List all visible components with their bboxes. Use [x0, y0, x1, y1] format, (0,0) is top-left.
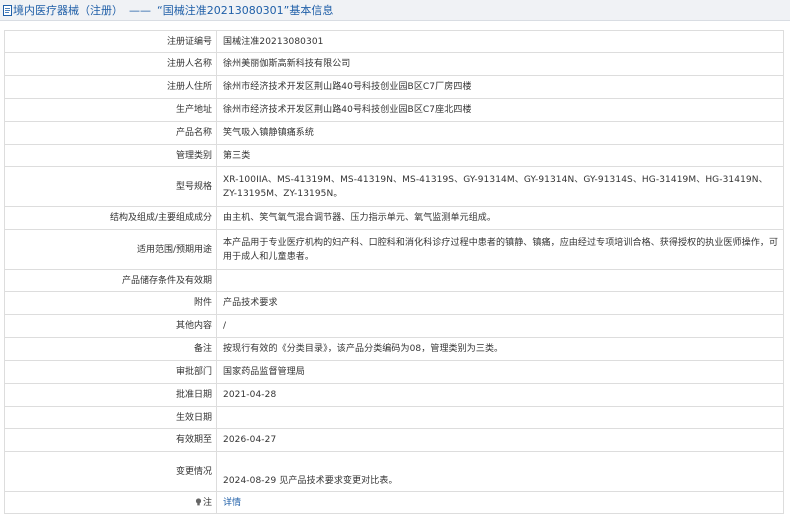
- table-row: 注册证编号 国械注准20213080301: [4, 30, 784, 53]
- table-row: 产品名称 笑气吸入镇静镇痛系统: [4, 121, 784, 145]
- row-value: 徐州市经济技术开发区荆山路40号科技创业园B区C7座北四楼: [216, 98, 784, 122]
- row-label: 附件: [4, 291, 217, 315]
- row-value: 由主机、笑气氧气混合调节器、压力指示单元、氧气监测单元组成。: [216, 206, 784, 230]
- row-value: 徐州美丽伽斯高新科技有限公司: [216, 52, 784, 76]
- note-value-cell: 详情: [216, 491, 784, 514]
- table-row: 生产地址 徐州市经济技术开发区荆山路40号科技创业园B区C7座北四楼: [4, 98, 784, 122]
- row-label: 生效日期: [4, 406, 217, 429]
- note-label-cell: 注: [4, 491, 217, 514]
- row-value: 产品技术要求: [216, 291, 784, 315]
- row-value: 2026-04-27: [216, 428, 784, 452]
- row-label: 产品名称: [4, 121, 217, 145]
- table-row: 其他内容 /: [4, 314, 784, 338]
- details-link[interactable]: 详情: [223, 498, 241, 508]
- row-label: 备注: [4, 337, 217, 361]
- row-label: 注册证编号: [4, 30, 217, 53]
- row-label: 变更情况: [4, 451, 217, 492]
- header-category[interactable]: 境内医疗器械（注册）: [13, 2, 123, 18]
- row-label: 生产地址: [4, 98, 217, 122]
- info-table: 注册证编号 国械注准20213080301 注册人名称 徐州美丽伽斯高新科技有限…: [4, 30, 784, 514]
- table-row: 附件 产品技术要求: [4, 291, 784, 315]
- row-value: 按现行有效的《分类目录》，该产品分类编码为08，管理类别为三类。: [216, 337, 784, 361]
- row-label: 注册人名称: [4, 52, 217, 76]
- row-label: 注: [202, 497, 212, 508]
- page-header: 境内医疗器械（注册） —— “国械注准20213080301”基本信息: [0, 0, 790, 21]
- header-title: “国械注准20213080301”基本信息: [157, 4, 334, 17]
- row-label: 批准日期: [4, 383, 217, 407]
- row-value: 本产品用于专业医疗机构的妇产科、口腔科和消化科诊疗过程中患者的镇静、镇痛，应由经…: [216, 229, 784, 270]
- document-icon: [3, 4, 12, 16]
- table-row: 注册人名称 徐州美丽伽斯高新科技有限公司: [4, 52, 784, 76]
- table-row: 注册人住所 徐州市经济技术开发区荆山路40号科技创业园B区C7厂房四楼: [4, 75, 784, 99]
- row-value: 2021-04-28: [216, 383, 784, 407]
- row-value: 笑气吸入镇静镇痛系统: [216, 121, 784, 145]
- table-row: 审批部门 国家药品监督管理局: [4, 360, 784, 384]
- bulb-icon: [195, 497, 202, 505]
- table-row: 批准日期 2021-04-28: [4, 383, 784, 407]
- row-value: 国家药品监督管理局: [216, 360, 784, 384]
- row-value: /: [216, 314, 784, 338]
- table-row: 变更情况 2024-08-29 见产品技术要求变更对比表。: [4, 451, 784, 492]
- table-row: 结构及组成/主要组成成分 由主机、笑气氧气混合调节器、压力指示单元、氧气监测单元…: [4, 206, 784, 230]
- row-label: 结构及组成/主要组成成分: [4, 206, 217, 230]
- table-row: 适用范围/预期用途 本产品用于专业医疗机构的妇产科、口腔科和消化科诊疗过程中患者…: [4, 229, 784, 270]
- table-row: 型号规格 XR-100IIA、MS-41319M、MS-41319N、MS-41…: [4, 166, 784, 207]
- table-row: 有效期至 2026-04-27: [4, 428, 784, 452]
- table-row: 备注 按现行有效的《分类目录》，该产品分类编码为08，管理类别为三类。: [4, 337, 784, 361]
- table-row: 生效日期: [4, 406, 784, 429]
- row-label: 型号规格: [4, 166, 217, 207]
- row-value: 国械注准20213080301: [216, 30, 784, 53]
- row-value: [216, 269, 784, 292]
- row-label: 注册人住所: [4, 75, 217, 99]
- row-label: 管理类别: [4, 144, 217, 167]
- table-row: 注 详情: [4, 491, 784, 514]
- table-row: 产品储存条件及有效期: [4, 269, 784, 292]
- row-label: 有效期至: [4, 428, 217, 452]
- row-value: 第三类: [216, 144, 784, 167]
- header-separator: ——: [129, 3, 151, 17]
- row-value: 2024-08-29 见产品技术要求变更对比表。: [216, 451, 784, 492]
- row-value: 徐州市经济技术开发区荆山路40号科技创业园B区C7厂房四楼: [216, 75, 784, 99]
- row-label: 其他内容: [4, 314, 217, 338]
- row-value: [216, 406, 784, 429]
- row-label: 产品储存条件及有效期: [4, 269, 217, 292]
- row-value: XR-100IIA、MS-41319M、MS-41319N、MS-41319S、…: [216, 166, 784, 207]
- row-label: 审批部门: [4, 360, 217, 384]
- table-row: 管理类别 第三类: [4, 144, 784, 167]
- row-label: 适用范围/预期用途: [4, 229, 217, 270]
